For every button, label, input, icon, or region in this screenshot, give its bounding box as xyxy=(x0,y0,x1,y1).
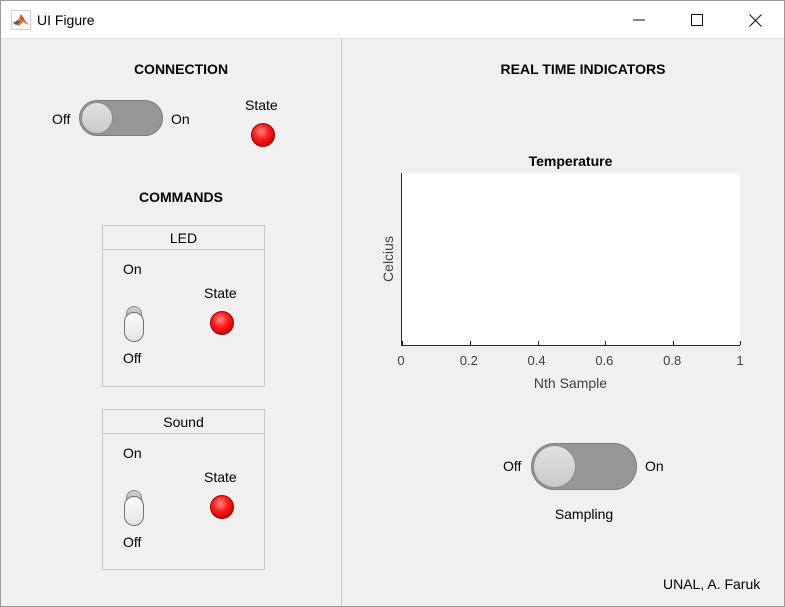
minimize-icon xyxy=(633,19,645,21)
connection-state-label: State xyxy=(245,97,278,113)
sound-panel-title: Sound xyxy=(103,410,264,434)
author-credit: UNAL, A. Faruk xyxy=(663,576,761,592)
sampling-label: Sampling xyxy=(554,506,614,522)
x-tick-label: 0.6 xyxy=(595,353,614,368)
indicators-heading: REAL TIME INDICATORS xyxy=(500,61,666,77)
close-icon xyxy=(748,13,762,27)
connection-heading: CONNECTION xyxy=(133,61,229,77)
sampling-switch-knob[interactable] xyxy=(533,445,576,488)
led-toggle-off-label: Off xyxy=(123,350,142,366)
minimize-button[interactable] xyxy=(610,1,668,39)
sound-panel: Sound On Off State xyxy=(102,409,265,570)
title-bar[interactable]: UI Figure xyxy=(1,1,784,39)
connection-switch-on-label: On xyxy=(171,111,190,127)
y-axis-label: Celcius xyxy=(380,236,396,282)
maximize-icon xyxy=(691,14,703,26)
x-axis-label: Nth Sample xyxy=(533,375,608,391)
x-tick-mark xyxy=(673,341,675,345)
led-toggle-lever[interactable] xyxy=(124,312,144,342)
maximize-button[interactable] xyxy=(668,1,726,39)
led-panel-title: LED xyxy=(103,226,264,250)
x-tick-label: 0.4 xyxy=(527,353,546,368)
vertical-divider xyxy=(341,39,342,606)
x-tick-label: 0.8 xyxy=(663,353,682,368)
sampling-switch-on-label: On xyxy=(645,458,664,474)
x-tick-mark xyxy=(402,341,403,345)
connection-switch-knob[interactable] xyxy=(81,102,113,134)
x-tick-mark xyxy=(537,341,539,345)
sampling-switch-off-label: Off xyxy=(503,458,522,474)
app-window: UI Figure CONNECTION Off On State COMMAN… xyxy=(0,0,785,607)
axes-title: Temperature xyxy=(528,153,613,169)
led-state-lamp xyxy=(210,311,234,335)
x-tick-label: 0 xyxy=(397,353,405,368)
sound-toggle-switch[interactable] xyxy=(124,490,144,526)
x-tick-mark xyxy=(740,341,741,345)
connection-switch[interactable] xyxy=(79,100,163,136)
x-tick-label: 1 xyxy=(736,353,744,368)
led-toggle-switch[interactable] xyxy=(124,306,144,342)
commands-heading: COMMANDS xyxy=(139,189,223,205)
temperature-axes[interactable] xyxy=(401,173,741,346)
matlab-logo-icon xyxy=(11,10,31,30)
sound-toggle-off-label: Off xyxy=(123,534,142,550)
led-state-label: State xyxy=(204,285,237,301)
x-tick-mark xyxy=(605,341,607,345)
sampling-switch[interactable] xyxy=(531,443,637,490)
window-title: UI Figure xyxy=(37,12,95,28)
led-panel: LED On Off State xyxy=(102,225,265,387)
sound-toggle-lever[interactable] xyxy=(124,496,144,526)
connection-state-lamp xyxy=(251,123,275,147)
x-tick-mark xyxy=(469,341,471,345)
close-button[interactable] xyxy=(726,1,784,39)
sound-toggle-on-label: On xyxy=(123,445,142,461)
led-toggle-on-label: On xyxy=(123,261,142,277)
x-tick-label: 0.2 xyxy=(459,353,478,368)
sound-state-label: State xyxy=(204,469,237,485)
sound-state-lamp xyxy=(210,495,234,519)
connection-switch-off-label: Off xyxy=(52,111,71,127)
